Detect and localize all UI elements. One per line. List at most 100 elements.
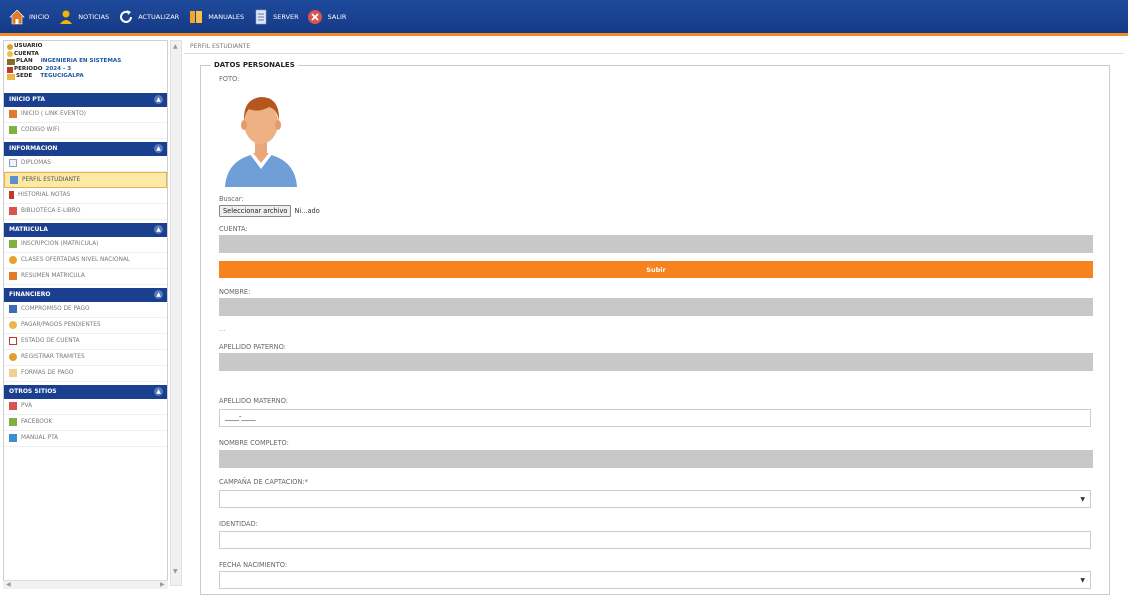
sidebar-section-informacion: INFORMACION ▲ DIPLOMAS PERFIL ESTUDIANTE… (4, 141, 167, 220)
section-header-financiero[interactable]: FINANCIERO ▲ (4, 287, 167, 302)
sidebar-item-diplomas[interactable]: DIPLOMAS (4, 156, 167, 172)
collapse-icon[interactable]: ▲ (154, 144, 163, 154)
classes-icon (9, 256, 17, 265)
enroll-icon (9, 240, 17, 249)
collapse-icon[interactable]: ▲ (154, 225, 163, 235)
section-header-otros[interactable]: OTROS SITIOS ▲ (4, 384, 167, 399)
sidebar-item-compromiso-pago[interactable]: COMPROMISO DE PAGO (4, 302, 167, 318)
scroll-up-icon[interactable]: ▲ (173, 43, 178, 50)
file-input: Seleccionar archivo Ni...ado (219, 205, 320, 217)
nav-manuales[interactable]: MANUALES (187, 8, 244, 25)
sidebar-item-label: DIPLOMAS (21, 160, 51, 167)
sidebar-item-label: FACEBOOK (21, 419, 53, 426)
foto-label: FOTO: (219, 75, 240, 83)
nombre-completo-label: NOMBRE COMPLETO: (219, 439, 289, 447)
sidebar-scrollbar[interactable]: ▲ ▼ (170, 40, 182, 586)
section-header-informacion[interactable]: INFORMACION ▲ (4, 141, 167, 156)
nav-noticias-label: NOTICIAS (78, 12, 110, 21)
nombre-label: NOMBRE: (219, 288, 251, 296)
sidebar-item-inscripcion[interactable]: INSCRIPCION (MATRICULA) (4, 237, 167, 253)
nav-noticias[interactable]: NOTICIAS (57, 8, 109, 25)
profile-icon (10, 175, 18, 184)
refresh-icon (117, 8, 134, 25)
sidebar-item-label: HISTORIAL NOTAS (18, 192, 71, 199)
sidebar-item-historial-notas[interactable]: HISTORIAL NOTAS (4, 188, 167, 204)
collapse-icon[interactable]: ▲ (154, 387, 163, 397)
campana-select[interactable]: ▼ (219, 490, 1091, 508)
section-title: INFORMACION (9, 145, 58, 153)
scroll-left-icon[interactable]: ◀ (6, 581, 11, 588)
top-nav: INICIO NOTICIAS ACTUALIZAR MANUALES SERV… (0, 0, 1128, 33)
sidebar-item-label: PERFIL ESTUDIANTE (22, 176, 81, 183)
section-header-inicio[interactable]: INICIO PTA ▲ (4, 92, 167, 107)
user-info: USUARIO CUENTA PLAN INGENIERIA EN SISTEM… (4, 41, 167, 83)
sidebar-item-clases-ofertadas[interactable]: CLASES OFERTADAS NIVEL NACIONAL (4, 253, 167, 269)
profile-photo (219, 87, 303, 187)
sidebar-item-label: CODIGO WIFI (21, 127, 60, 134)
cuenta-field (219, 235, 1093, 253)
nav-server[interactable]: SERVER (252, 8, 299, 25)
nav-salir[interactable]: SALIR (307, 8, 347, 25)
select-file-button[interactable]: Seleccionar archivo (219, 205, 292, 217)
sidebar-item-resumen-matricula[interactable]: RESUMEN MATRICULA (4, 269, 167, 285)
periodo-row: PERIODO 2024 - 3 (7, 66, 164, 74)
collapse-icon[interactable]: ▲ (154, 95, 163, 105)
nav-server-label: SERVER (273, 12, 299, 21)
file-status: Ni...ado (294, 207, 320, 215)
home-icon (8, 8, 25, 25)
fecha-nacimiento-select[interactable]: ▼ (219, 571, 1091, 589)
section-title: OTROS SITIOS (9, 388, 57, 396)
sidebar-horizontal-scrollbar[interactable]: ◀ ▶ (3, 580, 168, 589)
scroll-down-icon[interactable]: ▼ (173, 568, 178, 575)
close-icon (307, 8, 324, 25)
nav-actualizar[interactable]: ACTUALIZAR (117, 8, 179, 25)
sidebar: USUARIO CUENTA PLAN INGENIERIA EN SISTEM… (3, 40, 168, 586)
forms-icon (9, 369, 17, 378)
sidebar-item-codigo-wifi[interactable]: CODIGO WIFI (4, 123, 167, 139)
sidebar-item-estado-cuenta[interactable]: ESTADO DE CUENTA (4, 334, 167, 350)
sidebar-item-formas-pago[interactable]: FORMAS DE PAGO (4, 366, 167, 382)
cuenta-row: CUENTA (7, 51, 164, 59)
section-title: FINANCIERO (9, 291, 51, 299)
sidebar-item-perfil-estudiante[interactable]: PERFIL ESTUDIANTE (4, 171, 167, 188)
collapse-icon[interactable]: ▲ (154, 290, 163, 300)
sede-value: TEGUCIGALPA (40, 73, 84, 80)
calendar-icon (7, 66, 13, 73)
apellido-paterno-label: APELLIDO PATERNO: (219, 343, 286, 351)
sidebar-item-registrar-tramites[interactable]: REGISTRAR TRAMITES (4, 350, 167, 366)
cuenta-label: CUENTA (14, 50, 39, 57)
sidebar-item-pagar-pagos[interactable]: PAGAR/PAGOS PENDIENTES (4, 318, 167, 334)
nav-inicio[interactable]: INICIO (8, 8, 49, 25)
apellido-paterno-field (219, 353, 1093, 371)
fieldset-legend: DATOS PERSONALES (211, 61, 298, 69)
top-navbar: INICIO NOTICIAS ACTUALIZAR MANUALES SERV… (0, 0, 1128, 36)
usuario-label: USUARIO (14, 43, 43, 49)
scroll-right-icon[interactable]: ▶ (160, 581, 165, 588)
plan-value: INGENIERIA EN SISTEMAS (40, 58, 122, 65)
sidebar-item-pva[interactable]: PVA (4, 399, 167, 415)
sidebar-item-inicio-link[interactable]: INICIO ( LINK EVENTO) (4, 107, 167, 123)
subir-button[interactable]: Subir (219, 261, 1093, 278)
sidebar-item-label: INSCRIPCION (MATRICULA) (21, 241, 99, 248)
document-icon (252, 8, 269, 25)
coins-icon (9, 321, 17, 330)
section-title: MATRICULA (9, 226, 48, 234)
sidebar-item-biblioteca[interactable]: BIBLIOTECA E-LIBRO (4, 204, 167, 220)
ellipsis-text: ... (219, 325, 226, 333)
nav-salir-label: SALIR (327, 12, 347, 21)
sidebar-item-manual-pta[interactable]: MANUAL PTA (4, 431, 167, 447)
nav-manuales-label: MANUALES (208, 12, 245, 21)
section-header-matricula[interactable]: MATRICULA ▲ (4, 222, 167, 237)
identidad-input[interactable] (219, 531, 1091, 549)
sidebar-item-label: RESUMEN MATRICULA (21, 273, 85, 280)
apellido-materno-input[interactable]: ____-____ (219, 409, 1091, 427)
sidebar-item-label: CLASES OFERTADAS NIVEL NACIONAL (21, 257, 131, 264)
book-icon (187, 8, 204, 25)
sidebar-item-label: PVA (21, 403, 33, 410)
sidebar-item-facebook[interactable]: FACEBOOK (4, 415, 167, 431)
sede-row: SEDE TEGUCIGALPA (7, 73, 164, 81)
nombre-field (219, 298, 1093, 316)
sede-label: SEDE (16, 73, 33, 80)
main-content: PERFIL ESTUDIANTE DATOS PERSONALES FOTO:… (184, 40, 1124, 595)
person-icon (57, 8, 74, 25)
